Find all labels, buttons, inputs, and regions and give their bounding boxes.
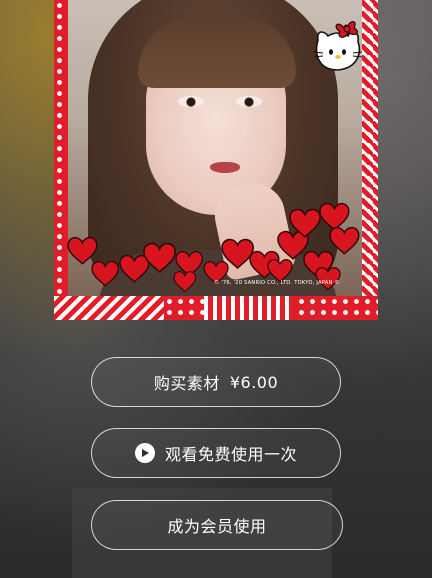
- play-icon: [134, 443, 155, 463]
- buy-material-button[interactable]: 购买素材 ¥6.00: [91, 357, 341, 407]
- become-member-label: 成为会员使用: [167, 517, 267, 536]
- photo-lips: [210, 162, 240, 173]
- frame-bottom-bars: [204, 296, 294, 320]
- frame-left-dotted-border: [54, 0, 68, 320]
- buy-material-price: ¥6.00: [229, 372, 279, 392]
- buy-material-label: 购买素材: [153, 374, 220, 393]
- become-member-button[interactable]: 成为会员使用: [91, 500, 343, 550]
- photo-bangs: [138, 18, 296, 88]
- frame-right-striped-border: [362, 0, 378, 320]
- frame-preview: © '76, '20 SANRIO CO., LTD. TOKYO, JAPAN…: [54, 0, 378, 320]
- frame-bottom-stripes: [54, 296, 164, 320]
- watch-free-label: 观看免费使用一次: [164, 445, 297, 464]
- hello-kitty-icon: [313, 21, 363, 71]
- copyright-text: © '76, '20 SANRIO CO., LTD. TOKYO, JAPAN…: [214, 280, 340, 286]
- photo-right-eye: [236, 96, 262, 107]
- photo-left-eye: [178, 96, 204, 107]
- watch-free-button[interactable]: 观看免费使用一次: [91, 428, 341, 478]
